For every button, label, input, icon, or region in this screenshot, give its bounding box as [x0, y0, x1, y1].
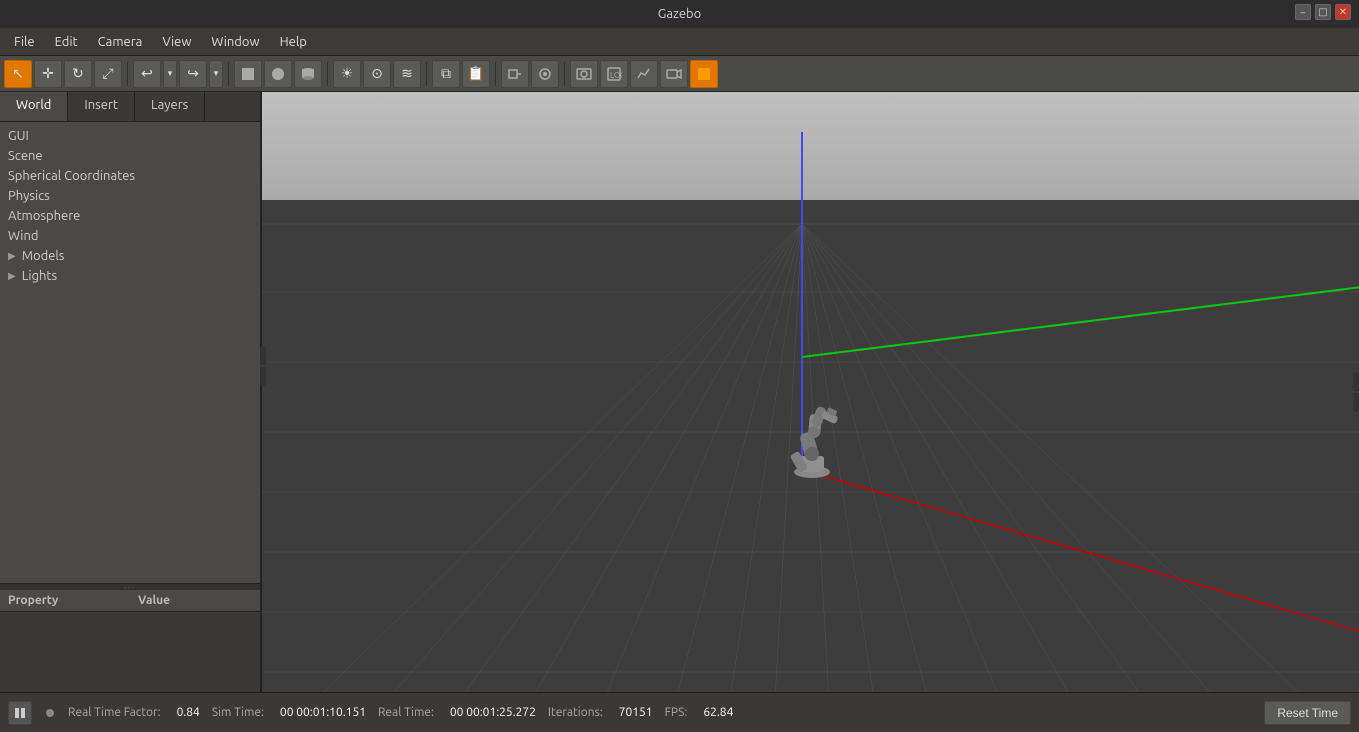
scene-label: Scene	[8, 149, 43, 163]
gui-label: GUI	[8, 129, 29, 143]
scale-tool-button[interactable]: ⤢	[94, 60, 122, 88]
video-button[interactable]	[660, 60, 688, 88]
separator-4	[426, 62, 427, 86]
tab-insert[interactable]: Insert	[68, 92, 135, 121]
real-time-factor-label: Real Time Factor:	[68, 706, 161, 719]
spherical-coords-label: Spherical Coordinates	[8, 169, 135, 183]
align-button-2[interactable]	[531, 60, 559, 88]
property-column-header: Property	[0, 590, 130, 611]
separator-2	[228, 62, 229, 86]
3d-scene: ⋮	[262, 92, 1359, 692]
iterations-value: 70151	[619, 706, 653, 719]
fps-value: 62.84	[703, 706, 733, 719]
iterations-label: Iterations:	[548, 706, 603, 719]
tab-world[interactable]: World	[0, 92, 68, 121]
sphere-button[interactable]	[264, 60, 292, 88]
lights-arrow-icon: ▶	[8, 270, 16, 282]
lights-label: Lights	[22, 269, 57, 283]
models-arrow-icon: ▶	[8, 250, 16, 262]
reset-time-button[interactable]: Reset Time	[1264, 701, 1351, 725]
minimize-button[interactable]: –	[1295, 4, 1311, 20]
separator-6	[564, 62, 565, 86]
menu-camera[interactable]: Camera	[88, 33, 153, 51]
maximize-button[interactable]: □	[1315, 4, 1331, 20]
menu-window[interactable]: Window	[201, 33, 269, 51]
statusbar: Real Time Factor: 0.84 Sim Time: 00 00:0…	[0, 692, 1359, 732]
tree-item-spherical-coords[interactable]: Spherical Coordinates	[0, 166, 260, 186]
menu-help[interactable]: Help	[270, 33, 317, 51]
copy-button[interactable]: ⧉	[432, 60, 460, 88]
tree-item-gui[interactable]: GUI	[0, 126, 260, 146]
sim-time-value: 00 00:01:10.151	[280, 706, 366, 719]
real-time-factor-value: 0.84	[177, 706, 200, 719]
menu-edit[interactable]: Edit	[45, 33, 88, 51]
atmosphere-label: Atmosphere	[8, 209, 80, 223]
window-title: Gazebo	[658, 7, 702, 21]
menu-view[interactable]: View	[152, 33, 201, 51]
status-indicator	[46, 709, 54, 717]
tree-item-lights[interactable]: ▶ Lights	[0, 266, 260, 286]
fps-label: FPS:	[665, 706, 688, 719]
move-tool-button[interactable]: ✛	[34, 60, 62, 88]
tree-item-physics[interactable]: Physics	[0, 186, 260, 206]
tree-item-wind[interactable]: Wind	[0, 226, 260, 246]
value-column-header: Value	[130, 590, 260, 611]
close-button[interactable]: ✕	[1335, 4, 1351, 20]
properties-panel: Property Value	[0, 583, 260, 692]
toolbar: ↖ ✛ ↻ ⤢ ↩ ▾ ↪ ▾ ☀ ⊙ ≋ ⧉ 📋	[0, 56, 1359, 92]
separator-5	[495, 62, 496, 86]
undo-dropdown[interactable]: ▾	[163, 60, 177, 88]
spot-light-button[interactable]: ⊙	[363, 60, 391, 88]
pause-button[interactable]	[8, 701, 32, 725]
real-time-value: 00 00:01:25.272	[450, 706, 536, 719]
tab-layers[interactable]: Layers	[135, 92, 205, 121]
physics-label: Physics	[8, 189, 50, 203]
properties-header: Property Value	[0, 590, 260, 612]
rotate-tool-button[interactable]: ↻	[64, 60, 92, 88]
point-light-button[interactable]: ☀	[333, 60, 361, 88]
viewport-right-resize-handle[interactable]: ⋮	[1353, 372, 1359, 412]
sim-time-label: Sim Time:	[212, 706, 264, 719]
paste-button[interactable]: 📋	[462, 60, 490, 88]
logging-button[interactable]: LOG	[600, 60, 628, 88]
properties-body	[0, 612, 260, 692]
tree-item-scene[interactable]: Scene	[0, 146, 260, 166]
world-tree: GUI Scene Spherical Coordinates Physics …	[0, 122, 260, 583]
select-tool-button[interactable]: ↖	[4, 60, 32, 88]
grid-overlay	[262, 92, 1359, 692]
separator-3	[327, 62, 328, 86]
left-panel: World Insert Layers GUI Scene Spherical …	[0, 92, 262, 692]
tab-bar: World Insert Layers	[0, 92, 260, 122]
object-button[interactable]	[690, 60, 718, 88]
separator-1	[127, 62, 128, 86]
real-time-label: Real Time:	[378, 706, 434, 719]
svg-text:LOG: LOG	[610, 71, 622, 80]
wind-label: Wind	[8, 229, 38, 243]
models-label: Models	[22, 249, 65, 263]
content: World Insert Layers GUI Scene Spherical …	[0, 92, 1359, 692]
undo-button[interactable]: ↩	[133, 60, 161, 88]
plot-button[interactable]	[630, 60, 658, 88]
redo-button[interactable]: ↪	[179, 60, 207, 88]
main-layout: ↖ ✛ ↻ ⤢ ↩ ▾ ↪ ▾ ☀ ⊙ ≋ ⧉ 📋	[0, 56, 1359, 732]
robot-arm	[790, 406, 839, 478]
menu-file[interactable]: File	[4, 33, 45, 51]
titlebar-controls: – □ ✕	[1295, 4, 1351, 20]
screenshot-button[interactable]	[570, 60, 598, 88]
redo-dropdown[interactable]: ▾	[209, 60, 223, 88]
menubar: File Edit Camera View Window Help	[0, 28, 1359, 56]
panel-resize-handle[interactable]: ⋮	[260, 346, 266, 386]
directional-light-button[interactable]: ≋	[393, 60, 421, 88]
box-button[interactable]	[234, 60, 262, 88]
titlebar: Gazebo – □ ✕	[0, 0, 1359, 28]
tree-item-models[interactable]: ▶ Models	[0, 246, 260, 266]
align-button-1[interactable]	[501, 60, 529, 88]
3d-viewport[interactable]: ⋮	[262, 92, 1359, 692]
cylinder-button[interactable]	[294, 60, 322, 88]
tree-item-atmosphere[interactable]: Atmosphere	[0, 206, 260, 226]
